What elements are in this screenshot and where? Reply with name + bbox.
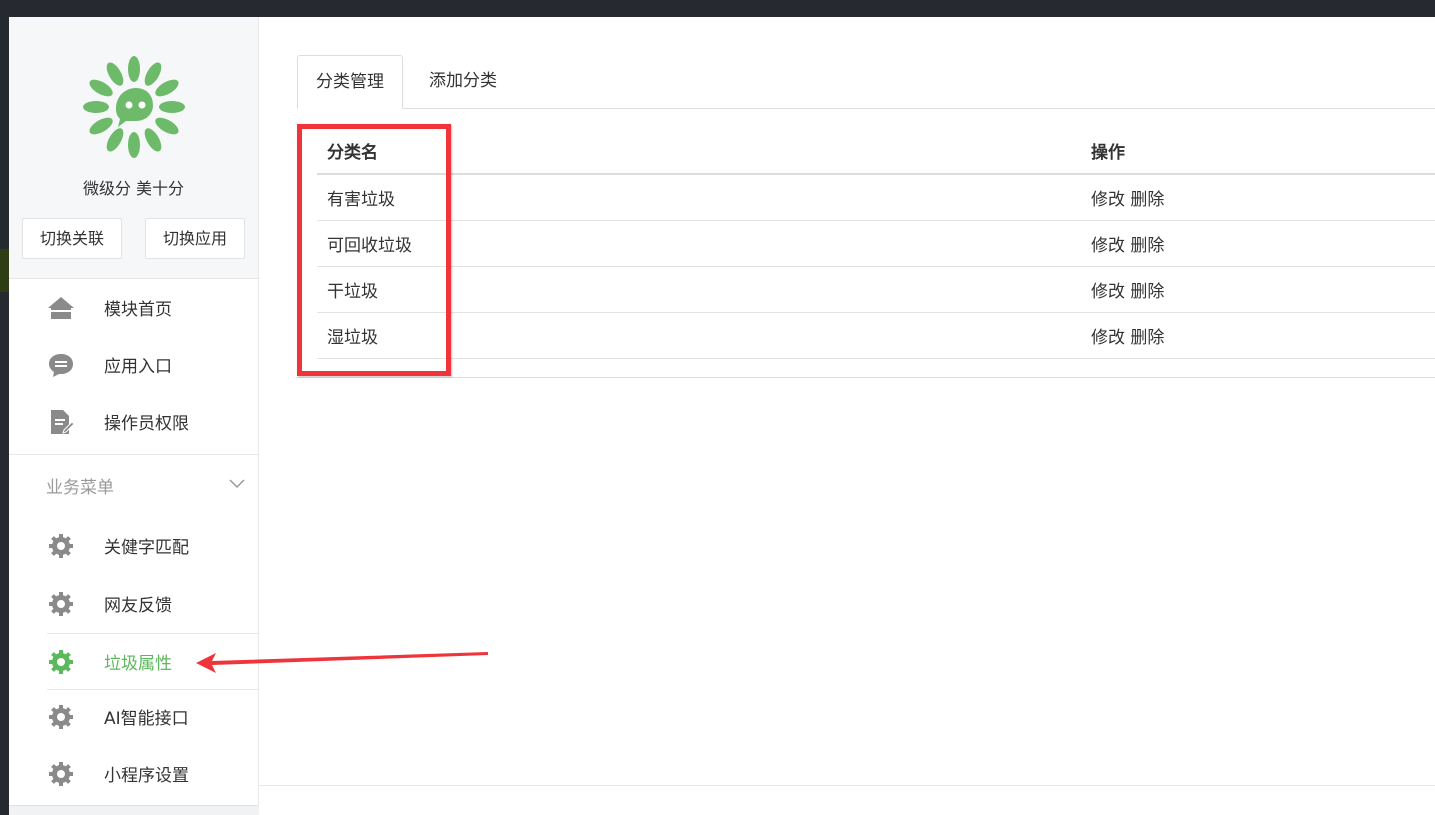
document-edit-icon [46, 407, 76, 437]
chevron-down-icon[interactable] [227, 474, 247, 494]
sidebar-item-label: 垃圾属性 [104, 654, 172, 674]
delete-link[interactable]: 删除 [1130, 236, 1164, 256]
row-actions: 修改 删除 [1081, 312, 1435, 359]
sidebar-item-label: 应用入口 [104, 357, 172, 377]
tab-category-management[interactable]: 分类管理 [297, 55, 403, 109]
sidebar-item-user-feedback[interactable]: 网友反馈 [9, 575, 258, 632]
delete-link[interactable]: 删除 [1130, 328, 1164, 348]
sidebar-item-ai-interface[interactable]: AI智能接口 [9, 688, 258, 745]
business-menu-title[interactable]: 业务菜单 [46, 473, 114, 498]
sidebar-item-label: 小程序设置 [104, 766, 189, 786]
home-icon [46, 293, 76, 323]
category-table-container: 分类名 操作 有害垃圾 修改 删除 可回收垃圾 修改 删除 干垃圾 修改 删除 [297, 109, 1435, 378]
sidebar-item-operator-permissions[interactable]: 操作员权限 [9, 393, 258, 450]
sidebar-item-label: AI智能接口 [104, 709, 189, 729]
sidebar-item-label: 网友反馈 [104, 596, 172, 616]
brand-name: 微级分 美十分 [82, 179, 185, 198]
table-header-row: 分类名 操作 [317, 127, 1435, 175]
edit-link[interactable]: 修改 [1091, 236, 1125, 256]
sidebar-item-garbage-attributes[interactable]: 垃圾属性 [47, 633, 258, 690]
table-row: 湿垃圾 修改 删除 [317, 312, 1435, 359]
gear-icon [46, 647, 76, 677]
brand-logo-icon [83, 56, 185, 158]
sidebar-item-label: 操作员权限 [104, 414, 189, 434]
edit-link[interactable]: 修改 [1091, 328, 1125, 348]
gear-icon [46, 589, 76, 619]
sidebar-header: 微级分 美十分 切换关联 切换应用 [9, 17, 258, 279]
left-edge-strip [0, 17, 9, 815]
top-bar [0, 0, 1435, 17]
column-header-name: 分类名 [317, 127, 1081, 175]
row-actions: 修改 删除 [1081, 266, 1435, 313]
category-name: 有害垃圾 [317, 174, 1081, 221]
divider [9, 454, 258, 455]
tab-add-category[interactable]: 添加分类 [411, 55, 515, 109]
delete-link[interactable]: 删除 [1130, 190, 1164, 210]
sidebar-item-keyword-match[interactable]: 关健字匹配 [9, 517, 258, 574]
sidebar-item-app-entry[interactable]: 应用入口 [9, 336, 258, 393]
switch-link-button[interactable]: 切换关联 [22, 218, 122, 259]
table-row: 可回收垃圾 修改 删除 [317, 220, 1435, 267]
sidebar: 微级分 美十分 切换关联 切换应用 模块首页 应用入口 操作员权限 业务菜单 关… [9, 17, 259, 815]
gear-icon [46, 702, 76, 732]
table-row: 干垃圾 修改 删除 [317, 266, 1435, 313]
left-edge-accent [0, 249, 9, 292]
category-name: 湿垃圾 [317, 312, 1081, 359]
category-table: 分类名 操作 有害垃圾 修改 删除 可回收垃圾 修改 删除 干垃圾 修改 删除 [317, 127, 1435, 359]
edit-link[interactable]: 修改 [1091, 190, 1125, 210]
delete-link[interactable]: 删除 [1130, 282, 1164, 302]
table-row: 有害垃圾 修改 删除 [317, 174, 1435, 221]
sidebar-item-label: 关健字匹配 [104, 538, 189, 558]
edit-link[interactable]: 修改 [1091, 282, 1125, 302]
tab-bar: 分类管理 添加分类 [297, 55, 1435, 109]
main-content: 分类管理 添加分类 分类名 操作 有害垃圾 修改 删除 可回收垃圾 修改 删除 [259, 17, 1435, 815]
content-bottom-border [259, 785, 1435, 786]
sidebar-item-module-home[interactable]: 模块首页 [9, 279, 258, 336]
switch-app-button[interactable]: 切换应用 [145, 218, 245, 259]
category-name: 干垃圾 [317, 266, 1081, 313]
chat-bubble-icon [46, 350, 76, 380]
gear-icon [46, 531, 76, 561]
column-header-ops: 操作 [1081, 127, 1435, 175]
sidebar-bottom-strip [9, 805, 259, 815]
category-name: 可回收垃圾 [317, 220, 1081, 267]
gear-icon [46, 759, 76, 789]
sidebar-item-miniprogram-settings[interactable]: 小程序设置 [9, 745, 258, 802]
sidebar-item-label: 模块首页 [104, 300, 172, 320]
row-actions: 修改 删除 [1081, 174, 1435, 221]
row-actions: 修改 删除 [1081, 220, 1435, 267]
